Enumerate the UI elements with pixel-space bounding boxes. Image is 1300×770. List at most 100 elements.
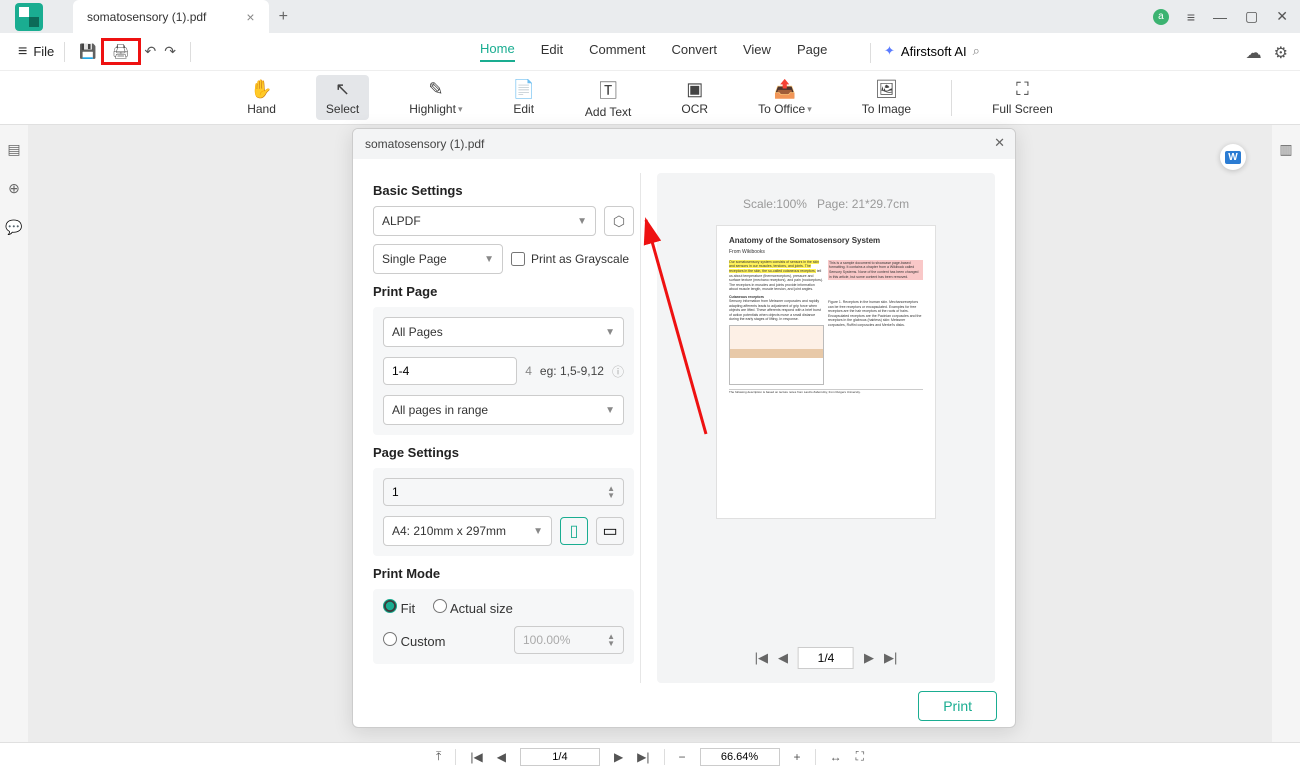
custom-scale-input[interactable]: 100.00% ▲▼ — [514, 626, 624, 654]
tool-to-office[interactable]: 📤To Office▾ — [748, 75, 822, 120]
grayscale-checkbox[interactable]: Print as Grayscale — [511, 252, 629, 266]
last-page-icon[interactable]: ▶| — [884, 650, 897, 666]
ai-button[interactable]: ✦ Afirstsoft AI ⌕ — [884, 43, 980, 59]
step-down-icon[interactable]: ▼ — [607, 492, 615, 499]
page-range-select[interactable]: All Pages▼ — [383, 317, 624, 347]
custom-radio[interactable]: Custom — [383, 632, 445, 649]
right-rail: ▥ — [1272, 125, 1300, 158]
menubar: ≡ File 💾 🖨 ↶ ↷ Home Edit Comment Convert… — [0, 33, 1300, 71]
chevron-down-icon: ▼ — [605, 327, 615, 338]
next-page-icon[interactable]: ▶ — [864, 650, 874, 666]
info-icon[interactable]: ⓘ — [612, 363, 624, 380]
tool-to-image[interactable]: 🖼To Image — [852, 75, 921, 120]
office-icon: 📤 — [774, 79, 796, 100]
thumbnail-icon[interactable]: ▤ — [7, 141, 20, 158]
user-avatar[interactable]: a — [1153, 9, 1169, 25]
tool-edit[interactable]: 📄Edit — [502, 75, 544, 120]
tool-addtext[interactable]: 🅃Add Text — [575, 73, 641, 123]
dialog-titlebar: somatosensory (1).pdf ✕ — [353, 129, 1015, 159]
undo-icon[interactable]: ↶ — [141, 39, 161, 64]
file-menu[interactable]: File — [33, 44, 54, 59]
tab-edit[interactable]: Edit — [541, 42, 563, 61]
dialog-title: somatosensory (1).pdf — [365, 137, 484, 151]
hamburger-icon[interactable]: ≡ — [18, 43, 27, 61]
page-total: 4 — [525, 364, 532, 378]
redo-icon[interactable]: ↷ — [160, 39, 180, 64]
page-subset-select[interactable]: All pages in range▼ — [383, 395, 624, 425]
tab-page[interactable]: Page — [797, 42, 827, 61]
save-icon[interactable]: 💾 — [75, 39, 100, 64]
settings-icon[interactable]: ⚙ — [1274, 43, 1288, 63]
minimize-icon[interactable]: — — [1213, 9, 1227, 25]
printer-properties-button[interactable]: ⬡ — [604, 206, 634, 236]
preview-doc-source: From Wikibooks — [729, 249, 923, 256]
printer-select[interactable]: ALPDF▼ — [373, 206, 596, 236]
paper-size-select[interactable]: A4: 210mm x 297mm▼ — [383, 516, 552, 546]
tab-view[interactable]: View — [743, 42, 771, 61]
to-word-float-button[interactable]: W — [1220, 144, 1246, 170]
grayscale-input[interactable] — [511, 252, 525, 266]
range-hint: eg: 1,5-9,12 — [540, 364, 604, 378]
preview-doc-title: Anatomy of the Somatosensory System — [729, 236, 923, 246]
chevron-down-icon[interactable]: ▾ — [458, 104, 463, 115]
menu-icon[interactable]: ≡ — [1187, 9, 1195, 25]
basic-settings-header: Basic Settings — [373, 183, 634, 198]
zoom-in-icon[interactable]: + — [794, 750, 801, 764]
first-page-icon[interactable]: |◀ — [470, 750, 482, 764]
layout-select[interactable]: Single Page▼ — [373, 244, 503, 274]
copies-input[interactable]: 1 ▲▼ — [383, 478, 624, 506]
print-button[interactable]: Print — [918, 691, 997, 721]
print-icon[interactable]: 🖨 — [101, 38, 141, 65]
close-tab-icon[interactable]: × — [246, 9, 254, 25]
chevron-down-icon[interactable]: ▾ — [807, 104, 812, 115]
prev-page-icon[interactable]: ◀ — [497, 750, 506, 764]
document-tab[interactable]: somatosensory (1).pdf × — [73, 0, 269, 33]
chevron-down-icon: ▼ — [484, 254, 494, 265]
sparkle-icon: ✦ — [884, 43, 895, 59]
tool-select[interactable]: ↖Select — [316, 75, 369, 120]
add-icon[interactable]: ⊕ — [8, 180, 20, 197]
zoom-input[interactable] — [700, 748, 780, 766]
comment-panel-icon[interactable]: 💬 — [5, 219, 22, 236]
first-page-icon[interactable]: |◀ — [755, 650, 768, 666]
prev-page-icon[interactable]: ◀ — [778, 650, 788, 666]
edit-icon: 📄 — [512, 79, 534, 100]
app-logo — [15, 3, 43, 31]
last-page-icon[interactable]: ▶| — [637, 750, 649, 764]
chevron-down-icon: ▼ — [605, 405, 615, 416]
fit-radio[interactable]: Fit — [383, 599, 415, 616]
zoom-out-icon[interactable]: − — [679, 750, 686, 764]
print-mode-header: Print Mode — [373, 566, 634, 581]
step-down-icon[interactable]: ▼ — [607, 640, 615, 647]
actual-radio[interactable]: Actual size — [433, 599, 513, 616]
tab-comment[interactable]: Comment — [589, 42, 645, 61]
next-page-icon[interactable]: ▶ — [614, 750, 623, 764]
tool-hand[interactable]: ✋Hand — [237, 75, 286, 120]
orientation-portrait[interactable]: ▯ — [560, 517, 588, 545]
page-range-input[interactable] — [383, 357, 517, 385]
cloud-icon[interactable]: ☁ — [1246, 43, 1262, 63]
tool-fullscreen[interactable]: ⛶Full Screen — [982, 75, 1063, 120]
highlighter-icon: ✎ — [428, 79, 443, 100]
print-page-header: Print Page — [373, 284, 634, 299]
tab-convert[interactable]: Convert — [671, 42, 717, 61]
tool-ocr[interactable]: ▣OCR — [671, 75, 718, 120]
preview-page-input[interactable] — [798, 647, 854, 669]
tool-highlight[interactable]: ✎Highlight▾ — [399, 75, 472, 120]
panel-icon[interactable]: ▥ — [1279, 141, 1292, 158]
status-bar: ⤒ |◀ ◀ ▶ ▶| − + ↔ ⛶ — [0, 742, 1300, 770]
maximize-icon[interactable]: ▢ — [1245, 8, 1258, 25]
dialog-close-icon[interactable]: ✕ — [994, 135, 1005, 151]
fit-width-icon[interactable]: ↔ — [830, 750, 842, 764]
page-input[interactable] — [520, 748, 600, 766]
scroll-top-icon[interactable]: ⤒ — [436, 749, 441, 764]
search-icon[interactable]: ⌕ — [973, 43, 980, 59]
tab-home[interactable]: Home — [480, 41, 515, 62]
orientation-landscape[interactable]: ▭ — [596, 517, 624, 545]
toolbar: ✋Hand ↖Select ✎Highlight▾ 📄Edit 🅃Add Tex… — [0, 71, 1300, 125]
close-window-icon[interactable]: ✕ — [1276, 8, 1288, 25]
preview-page: Anatomy of the Somatosensory System From… — [716, 225, 936, 519]
new-tab-button[interactable]: + — [279, 8, 288, 26]
fullscreen-icon: ⛶ — [1016, 79, 1029, 100]
fit-page-icon[interactable]: ⛶ — [856, 749, 864, 764]
